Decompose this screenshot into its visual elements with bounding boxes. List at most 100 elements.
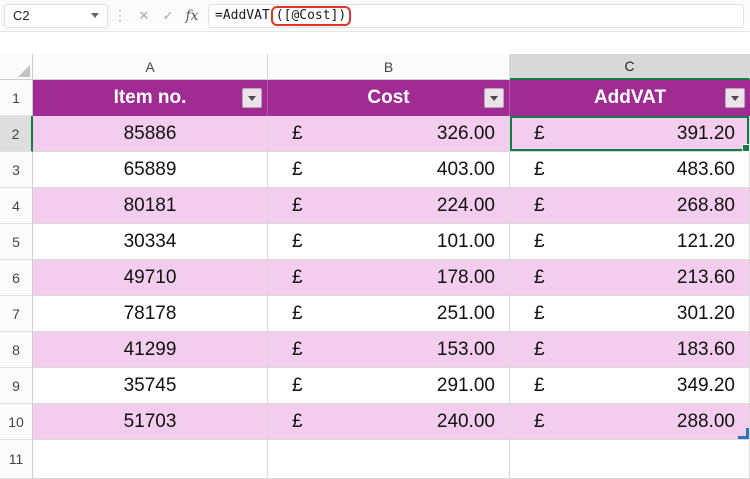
cell-c8[interactable]: £ 183.60	[510, 332, 750, 368]
cell-b6[interactable]: £ 178.00	[268, 260, 510, 296]
cell-b2[interactable]: £ 326.00	[268, 116, 510, 152]
cell-value: 391.20	[677, 123, 735, 145]
table-header-addvat[interactable]: AddVAT	[510, 80, 750, 116]
cell-value: 288.00	[677, 411, 735, 433]
row-header-11[interactable]: 11	[0, 440, 33, 479]
currency-symbol: £	[292, 159, 303, 181]
column-header-a[interactable]: A	[33, 54, 268, 80]
select-all-corner[interactable]	[0, 54, 33, 80]
currency-symbol: £	[292, 231, 303, 253]
spreadsheet-grid: A B C 1 Item no. Cost AddVAT 2 85886 £	[0, 54, 750, 479]
insert-function-icon[interactable]: fx	[180, 8, 204, 24]
cell-b3[interactable]: £ 403.00	[268, 152, 510, 188]
row-header-5[interactable]: 5	[0, 224, 33, 260]
currency-symbol: £	[534, 339, 545, 361]
filter-arrow-icon	[248, 96, 256, 101]
sheet-row-10: 10 51703 £ 240.00 £ 288.00	[0, 404, 750, 440]
sheet-row-5: 5 30334 £ 101.00 £ 121.20	[0, 224, 750, 260]
row-header-1[interactable]: 1	[0, 80, 33, 116]
filter-arrow-icon	[490, 96, 498, 101]
cell-b5[interactable]: £ 101.00	[268, 224, 510, 260]
row-header-6[interactable]: 6	[0, 260, 33, 296]
row-header-3[interactable]: 3	[0, 152, 33, 188]
table-header-label: Cost	[367, 87, 409, 109]
cell-b7[interactable]: £ 251.00	[268, 296, 510, 332]
cancel-icon[interactable]: ✕	[132, 8, 156, 24]
cell-value: 326.00	[437, 123, 495, 145]
cell-value: 349.20	[677, 375, 735, 397]
currency-symbol: £	[292, 303, 303, 325]
row-header-9[interactable]: 9	[0, 368, 33, 404]
cell-value: 483.60	[677, 159, 735, 181]
cell-a2[interactable]: 85886	[33, 116, 268, 152]
row-header-10[interactable]: 10	[0, 404, 33, 440]
cell-b10[interactable]: £ 240.00	[268, 404, 510, 440]
table-header-label: AddVAT	[594, 87, 666, 109]
cell-c7[interactable]: £ 301.20	[510, 296, 750, 332]
cell-value: 183.60	[677, 339, 735, 361]
currency-symbol: £	[292, 375, 303, 397]
table-header-label: Item no.	[114, 87, 187, 109]
cell-value: 403.00	[437, 159, 495, 181]
formula-bar: C2 ⋮ ✕ ✓ fx =AddVAT ([@Cost])	[0, 0, 750, 32]
ribbon-gap	[0, 32, 750, 54]
cell-value: 291.00	[437, 375, 495, 397]
cell-a11[interactable]	[33, 440, 268, 479]
row-header-2[interactable]: 2	[0, 116, 33, 152]
cell-a4[interactable]: 80181	[33, 188, 268, 224]
filter-button-addvat[interactable]	[725, 88, 745, 108]
currency-symbol: £	[534, 267, 545, 289]
currency-symbol: £	[534, 411, 545, 433]
cell-value: 224.00	[437, 195, 495, 217]
currency-symbol: £	[292, 339, 303, 361]
cell-a6[interactable]: 49710	[33, 260, 268, 296]
row-header-4[interactable]: 4	[0, 188, 33, 224]
cell-b8[interactable]: £ 153.00	[268, 332, 510, 368]
cell-value: 268.80	[677, 195, 735, 217]
cell-c2-selected[interactable]: £ 391.20	[510, 116, 750, 152]
cell-c10[interactable]: £ 288.00	[510, 404, 750, 440]
sheet-row-6: 6 49710 £ 178.00 £ 213.60	[0, 260, 750, 296]
cell-b11[interactable]	[268, 440, 510, 479]
cell-a5[interactable]: 30334	[33, 224, 268, 260]
table-header-cost[interactable]: Cost	[268, 80, 510, 116]
currency-symbol: £	[292, 267, 303, 289]
cell-a10[interactable]: 51703	[33, 404, 268, 440]
name-box[interactable]: C2	[4, 4, 108, 28]
cell-b9[interactable]: £ 291.00	[268, 368, 510, 404]
cell-c5[interactable]: £ 121.20	[510, 224, 750, 260]
select-all-triangle-icon	[18, 65, 30, 77]
cell-c4[interactable]: £ 268.80	[510, 188, 750, 224]
cell-a9[interactable]: 35745	[33, 368, 268, 404]
filter-button-item-no[interactable]	[242, 88, 262, 108]
currency-symbol: £	[534, 195, 545, 217]
cell-a8[interactable]: 41299	[33, 332, 268, 368]
excel-window: C2 ⋮ ✕ ✓ fx =AddVAT ([@Cost]) A B C 1 It…	[0, 0, 750, 479]
currency-symbol: £	[292, 123, 303, 145]
cell-value: 251.00	[437, 303, 495, 325]
row-header-8[interactable]: 8	[0, 332, 33, 368]
cell-a7[interactable]: 78178	[33, 296, 268, 332]
table-header-item-no[interactable]: Item no.	[33, 80, 268, 116]
enter-icon[interactable]: ✓	[156, 8, 180, 24]
cell-value: 240.00	[437, 411, 495, 433]
formula-text: =AddVAT	[215, 8, 270, 23]
cell-a3[interactable]: 65889	[33, 152, 268, 188]
cell-c11[interactable]	[510, 440, 750, 479]
cell-c3[interactable]: £ 483.60	[510, 152, 750, 188]
name-box-dropdown-icon[interactable]	[91, 13, 99, 18]
cell-c9[interactable]: £ 349.20	[510, 368, 750, 404]
currency-symbol: £	[534, 231, 545, 253]
column-header-c[interactable]: C	[510, 54, 750, 80]
formula-input[interactable]: =AddVAT ([@Cost])	[208, 4, 744, 28]
cell-c6[interactable]: £ 213.60	[510, 260, 750, 296]
sheet-row-8: 8 41299 £ 153.00 £ 183.60	[0, 332, 750, 368]
row-header-7[interactable]: 7	[0, 296, 33, 332]
formula-highlight-annotation: ([@Cost])	[271, 6, 351, 26]
sheet-row-3: 3 65889 £ 403.00 £ 483.60	[0, 152, 750, 188]
sheet-row-2: 2 85886 £ 326.00 £ 391.20	[0, 116, 750, 152]
cell-b4[interactable]: £ 224.00	[268, 188, 510, 224]
filter-button-cost[interactable]	[484, 88, 504, 108]
column-header-b[interactable]: B	[268, 54, 510, 80]
sheet-row-4: 4 80181 £ 224.00 £ 268.80	[0, 188, 750, 224]
